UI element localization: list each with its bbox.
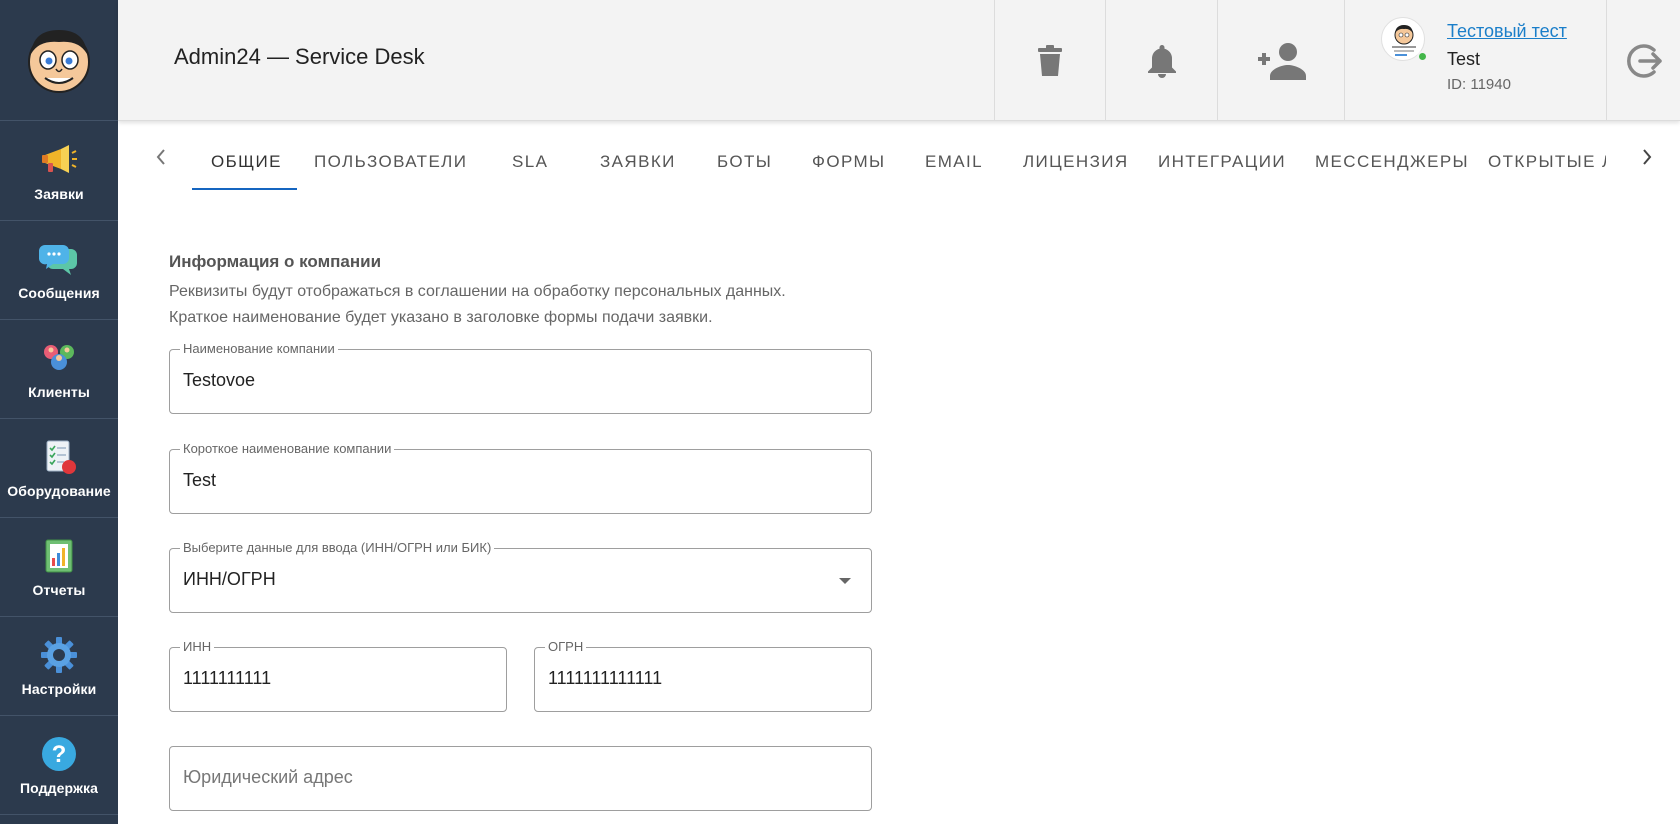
short-name-field[interactable]: Короткое наименование компании xyxy=(169,441,872,514)
sidebar-item-label: Сообщения xyxy=(18,285,100,301)
tab-strip: Общие Пользователи SLA Заявки Боты Формы… xyxy=(174,122,1606,192)
cartoon-face-logo-icon xyxy=(28,30,90,93)
tabs-scroll-right[interactable] xyxy=(1632,142,1662,172)
ogrn-input[interactable] xyxy=(548,668,851,689)
ogrn-label: ОГРН xyxy=(545,639,587,655)
trash-button[interactable] xyxy=(994,0,1105,121)
notifications-button[interactable] xyxy=(1105,0,1217,121)
sidebar-item-label: Поддержка xyxy=(20,780,98,796)
data-type-value: ИНН/ОГРН xyxy=(183,569,276,589)
tab-forms[interactable]: Формы xyxy=(812,122,886,192)
bell-icon xyxy=(1147,44,1176,78)
tabs-scroll-left[interactable] xyxy=(146,142,176,172)
legal-address-field[interactable] xyxy=(169,746,872,811)
chevron-left-icon xyxy=(156,149,165,165)
company-name-field[interactable]: Наименование компании xyxy=(169,341,872,414)
sidebar: Заявки Сообщения Клиенты Оборудование От… xyxy=(0,0,118,824)
section-description-line-2: Краткое наименование будет указано в заг… xyxy=(169,309,713,326)
sidebar-item-messages[interactable]: Сообщения xyxy=(0,221,118,320)
report-chart-icon xyxy=(45,539,73,573)
legal-address-input[interactable] xyxy=(183,767,814,788)
tab-requests[interactable]: Заявки xyxy=(600,122,676,192)
section-title: Информация о компании xyxy=(169,252,382,271)
inn-label: ИНН xyxy=(180,639,215,655)
trash-icon xyxy=(1038,44,1062,76)
equipment-checklist-icon xyxy=(46,440,76,474)
company-name-input[interactable] xyxy=(183,370,814,391)
tab-messengers[interactable]: Мессенджеры xyxy=(1315,122,1469,192)
tab-integrations[interactable]: Интеграции xyxy=(1158,122,1286,192)
top-header: Admin24 — Service Desk Тестовый тест Tes… xyxy=(118,0,1680,121)
tab-license[interactable]: Лицензия xyxy=(1023,122,1129,192)
svg-text:?: ? xyxy=(52,741,67,768)
tab-email[interactable]: Email xyxy=(925,122,983,192)
active-tab-indicator xyxy=(192,188,297,190)
sidebar-item-label: Оборудование xyxy=(7,483,111,499)
chevron-right-icon xyxy=(1643,149,1652,165)
logout-icon xyxy=(1627,43,1662,78)
tab-general[interactable]: Общие xyxy=(211,122,282,192)
sidebar-item-label: Настройки xyxy=(21,681,97,697)
app-logo[interactable] xyxy=(0,0,118,121)
sidebar-item-settings[interactable]: Настройки xyxy=(0,617,118,716)
users-group-icon xyxy=(44,345,74,370)
megaphone-icon xyxy=(42,145,77,173)
data-type-label: Выберите данные для ввода (ИНН/ОГРН или … xyxy=(180,540,495,556)
logout-button[interactable] xyxy=(1608,0,1680,121)
sidebar-item-reports[interactable]: Отчеты xyxy=(0,518,118,617)
inn-field[interactable]: ИНН xyxy=(169,639,507,712)
sidebar-item-equipment[interactable]: Оборудование xyxy=(0,419,118,518)
add-user-icon xyxy=(1258,42,1306,80)
sidebar-item-clients[interactable]: Клиенты xyxy=(0,320,118,419)
tab-bots[interactable]: Боты xyxy=(717,122,772,192)
short-name-label: Короткое наименование компании xyxy=(180,441,395,457)
user-profile: Тестовый тест Test ID: 11940 xyxy=(1344,0,1607,121)
sidebar-item-requests[interactable]: Заявки xyxy=(0,122,118,221)
add-user-button[interactable] xyxy=(1217,0,1344,121)
section-description-line-1: Реквизиты будут отображаться в соглашени… xyxy=(169,283,786,300)
tab-users[interactable]: Пользователи xyxy=(314,122,467,192)
tab-open-lines[interactable]: Открытые линии xyxy=(1488,122,1606,192)
settings-tabs: Общие Пользователи SLA Заявки Боты Формы… xyxy=(118,122,1680,192)
help-question-icon: ? xyxy=(42,737,76,771)
user-name-link[interactable]: Тестовый тест xyxy=(1447,21,1567,42)
company-name-label: Наименование компании xyxy=(180,341,338,357)
sidebar-item-label: Отчеты xyxy=(32,582,86,598)
tab-sla[interactable]: SLA xyxy=(512,122,548,192)
dropdown-caret-icon[interactable] xyxy=(839,578,851,584)
ogrn-field[interactable]: ОГРН xyxy=(534,639,872,712)
user-id: ID: 11940 xyxy=(1447,76,1511,93)
sidebar-item-support[interactable]: ? Поддержка xyxy=(0,716,118,815)
chat-bubbles-icon xyxy=(39,245,77,275)
short-name-input[interactable] xyxy=(183,470,814,491)
online-status-dot xyxy=(1417,51,1428,62)
data-type-select[interactable]: Выберите данные для ввода (ИНН/ОГРН или … xyxy=(169,540,872,613)
sidebar-item-label: Клиенты xyxy=(28,384,90,400)
user-login: Test xyxy=(1447,49,1481,69)
sidebar-item-label: Заявки xyxy=(34,186,84,202)
gear-icon xyxy=(41,637,77,673)
page-title: Admin24 — Service Desk xyxy=(174,44,425,69)
inn-input[interactable] xyxy=(183,668,486,689)
